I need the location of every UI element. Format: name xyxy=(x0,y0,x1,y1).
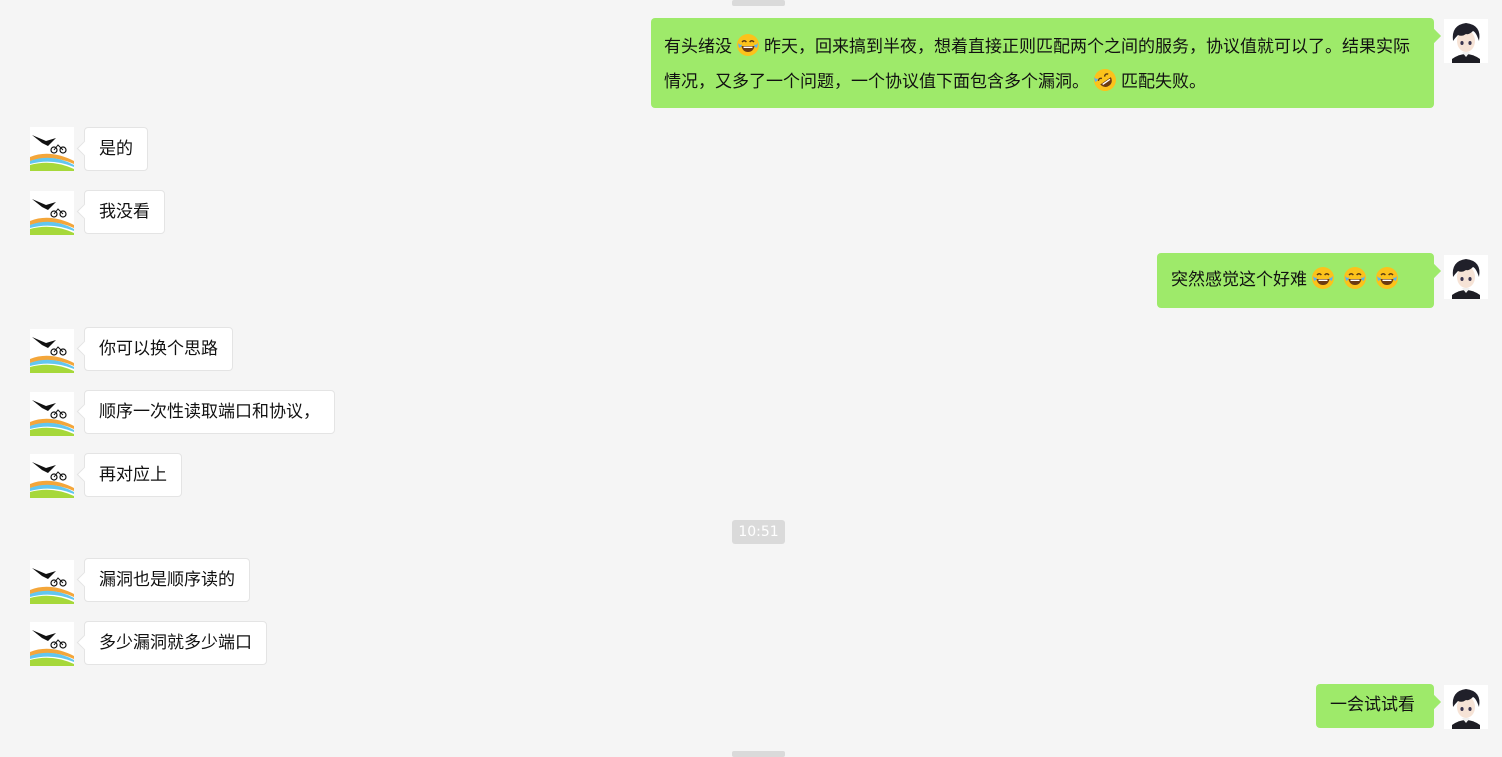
contact-avatar[interactable] xyxy=(30,622,74,666)
message-text: 是的 xyxy=(99,139,133,159)
message-text: 匹配失败。 xyxy=(1121,72,1206,92)
message-bubble-self[interactable]: 突然感觉这个好难 xyxy=(1157,253,1434,308)
anime-boy-avatar-icon xyxy=(1444,255,1488,299)
cyclist-avatar-icon xyxy=(30,191,74,235)
message-text: 有头绪没 xyxy=(664,37,732,57)
message-text: 你可以换个思路 xyxy=(99,339,218,359)
message-bubble-other[interactable]: 再对应上 xyxy=(84,453,182,497)
message-text: 顺序一次性读取端口和协议， xyxy=(99,402,320,422)
message-text: 漏洞也是顺序读的 xyxy=(99,570,235,590)
cyclist-avatar-icon xyxy=(30,622,74,666)
rolling-on-floor-laughing-emoji-icon xyxy=(1093,68,1117,92)
cyclist-avatar-icon xyxy=(30,454,74,498)
contact-avatar[interactable] xyxy=(30,191,74,235)
message-text: 昨天，回来搞到半夜，想着直接正则匹配两个之间的服务，协议值就可以了。结果实际情况… xyxy=(664,37,1410,92)
cyclist-avatar-icon xyxy=(30,329,74,373)
message-text: 再对应上 xyxy=(99,465,167,485)
message-bubble-other[interactable]: 顺序一次性读取端口和协议， xyxy=(84,390,335,434)
message-bubble-other[interactable]: 你可以换个思路 xyxy=(84,327,233,371)
message-bubble-other[interactable]: 多少漏洞就多少端口 xyxy=(84,621,267,665)
timestamp-badge: 10:51 xyxy=(732,520,785,544)
contact-avatar[interactable] xyxy=(30,329,74,373)
message-text: 一会试试看 xyxy=(1330,695,1415,715)
message-bubble-self[interactable]: 一会试试看 xyxy=(1316,684,1434,728)
self-avatar[interactable] xyxy=(1444,19,1488,63)
message-bubble-other[interactable]: 漏洞也是顺序读的 xyxy=(84,558,250,602)
chat-message-area[interactable]: 有头绪没 昨天，回来搞到半夜，想着直接正则匹配两个之间的服务，协议值就可以了。结… xyxy=(0,0,1502,757)
tears-of-joy-emoji-icon xyxy=(736,33,760,57)
tears-of-joy-emoji-icon xyxy=(1311,266,1335,290)
cyclist-avatar-icon xyxy=(30,392,74,436)
anime-boy-avatar-icon xyxy=(1444,19,1488,63)
timestamp-badge-bottom xyxy=(732,751,785,757)
message-text: 我没看 xyxy=(99,202,150,222)
contact-avatar[interactable] xyxy=(30,392,74,436)
anime-boy-avatar-icon xyxy=(1444,685,1488,729)
message-bubble-other[interactable]: 我没看 xyxy=(84,190,165,234)
message-text: 多少漏洞就多少端口 xyxy=(99,633,252,653)
self-avatar[interactable] xyxy=(1444,255,1488,299)
tears-of-joy-emoji-icon xyxy=(1343,266,1367,290)
cyclist-avatar-icon xyxy=(30,560,74,604)
cyclist-avatar-icon xyxy=(30,127,74,171)
contact-avatar[interactable] xyxy=(30,127,74,171)
message-text: 突然感觉这个好难 xyxy=(1171,270,1307,290)
message-bubble-self[interactable]: 有头绪没 昨天，回来搞到半夜，想着直接正则匹配两个之间的服务，协议值就可以了。结… xyxy=(651,18,1434,108)
timestamp-badge-top xyxy=(732,0,785,6)
contact-avatar[interactable] xyxy=(30,454,74,498)
self-avatar[interactable] xyxy=(1444,685,1488,729)
message-bubble-other[interactable]: 是的 xyxy=(84,127,148,171)
contact-avatar[interactable] xyxy=(30,560,74,604)
tears-of-joy-emoji-icon xyxy=(1375,266,1399,290)
